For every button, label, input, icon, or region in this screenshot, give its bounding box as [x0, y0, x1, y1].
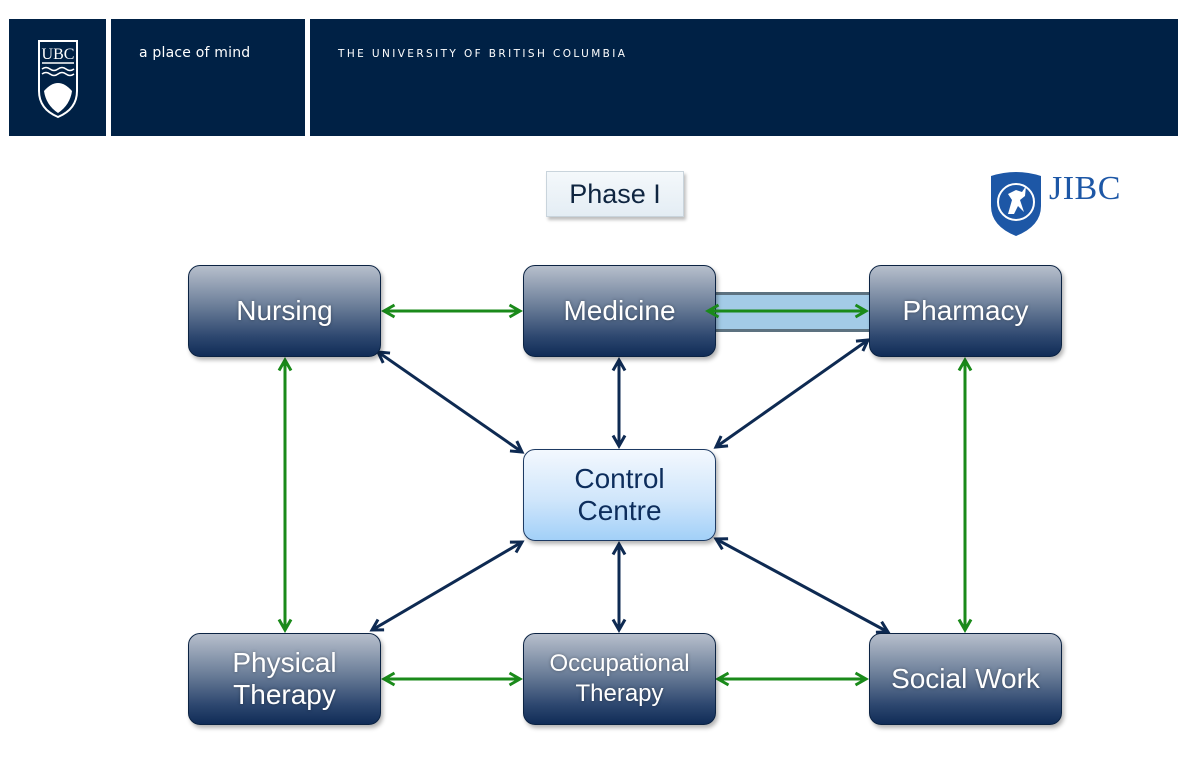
- highlighted-arrow-layer: [704, 303, 870, 319]
